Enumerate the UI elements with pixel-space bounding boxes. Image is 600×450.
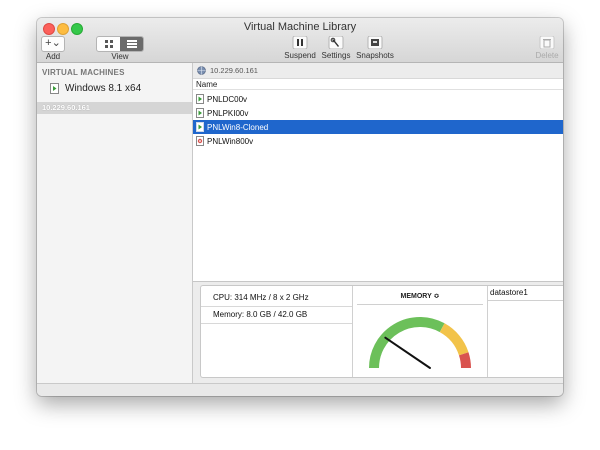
- snapshots-button[interactable]: Snapshots: [355, 36, 395, 60]
- resource-info: CPU: 314 MHz / 8 x 2 GHz Memory: 8.0 GB …: [201, 286, 353, 377]
- vm-running-icon: [196, 108, 204, 118]
- sidebar-item-windows-vm[interactable]: Windows 8.1 x64: [50, 81, 141, 95]
- vm-list-panel: 10.229.60.161 Name PNLDC00v PNLPKI00v PN…: [193, 63, 563, 281]
- details-card: CPU: 314 MHz / 8 x 2 GHz Memory: 8.0 GB …: [200, 285, 563, 378]
- sidebar-item-label: Windows 8.1 x64: [65, 82, 142, 94]
- add-label: Add: [45, 52, 61, 61]
- gauge-arc-yellow: [439, 323, 469, 356]
- wrench-icon: [328, 36, 344, 49]
- gauge-arc-green: [369, 317, 445, 369]
- datastore-name: datastore1: [488, 286, 563, 301]
- settings-button[interactable]: Settings: [319, 36, 353, 60]
- sidebar: VIRTUAL MACHINES Windows 8.1 x64 10.229.…: [37, 63, 193, 383]
- host-header: 10.229.60.161: [193, 63, 563, 79]
- column-header-name[interactable]: Name: [193, 79, 563, 90]
- view-label: View: [111, 52, 129, 61]
- trash-icon: [539, 36, 555, 49]
- suspend-button[interactable]: Suspend: [283, 36, 317, 60]
- window-title: Virtual Machine Library: [243, 21, 357, 33]
- snapshot-icon: [367, 36, 383, 49]
- vm-name: PNLWin800v: [207, 136, 254, 146]
- vm-list: PNLDC00v PNLPKI00v PNLWin8-Cloned PNLWin…: [193, 92, 563, 148]
- sidebar-section-header: VIRTUAL MACHINES: [42, 68, 125, 77]
- list-view-icon: [126, 40, 137, 48]
- view-list-option[interactable]: [120, 37, 143, 51]
- gauge-divider: [357, 304, 483, 305]
- add-label-wrap: Add: [41, 52, 65, 61]
- delete-button[interactable]: Delete: [532, 36, 562, 60]
- status-bar: [37, 383, 563, 396]
- datastore-panel: datastore1: [488, 286, 563, 377]
- vm-running-icon: [50, 82, 59, 94]
- titlebar: Virtual Machine Library +⌄ Add View Susp…: [37, 18, 563, 63]
- add-button[interactable]: +⌄: [41, 36, 65, 52]
- vm-row[interactable]: PNLPKI00v: [193, 106, 563, 120]
- snapshots-label: Snapshots: [356, 51, 394, 60]
- pause-icon: [292, 36, 308, 49]
- settings-label: Settings: [321, 51, 351, 60]
- memory-gauge: MEMORY ≎: [353, 286, 488, 377]
- delete-label: Delete: [535, 51, 559, 60]
- gauge-needle: [384, 336, 431, 369]
- sidebar-item-host[interactable]: 10.229.60.161: [37, 102, 192, 114]
- vm-row[interactable]: PNLDC00v: [193, 92, 563, 106]
- vm-row-selected[interactable]: PNLWin8-Cloned: [193, 120, 563, 134]
- details-panel: CPU: 314 MHz / 8 x 2 GHz Memory: 8.0 GB …: [193, 281, 563, 384]
- vm-running-icon: [196, 122, 204, 132]
- vm-name: PNLPKI00v: [207, 108, 249, 118]
- gauge-arc-red: [458, 352, 471, 369]
- grid-view-icon: [104, 40, 113, 48]
- host-address: 10.229.60.161: [210, 66, 258, 75]
- vm-running-icon: [196, 94, 204, 104]
- vm-library-window: Virtual Machine Library +⌄ Add View Susp…: [37, 18, 563, 396]
- suspend-label: Suspend: [284, 51, 316, 60]
- gauge-metric-selector[interactable]: MEMORY ≎: [353, 292, 487, 300]
- gauge-dial: [369, 317, 471, 369]
- vm-row[interactable]: PNLWin800v: [193, 134, 563, 148]
- vm-stopped-icon: [196, 136, 204, 146]
- memory-usage: Memory: 8.0 GB / 42.0 GB: [201, 307, 352, 324]
- cpu-usage: CPU: 314 MHz / 8 x 2 GHz: [201, 290, 352, 307]
- view-segmented-control[interactable]: [96, 36, 144, 52]
- view-icons-option[interactable]: [97, 37, 120, 51]
- vm-name: PNLDC00v: [207, 94, 248, 104]
- view-label-wrap: View: [96, 52, 144, 61]
- vm-name: PNLWin8-Cloned: [207, 122, 269, 132]
- globe-icon: [197, 66, 206, 75]
